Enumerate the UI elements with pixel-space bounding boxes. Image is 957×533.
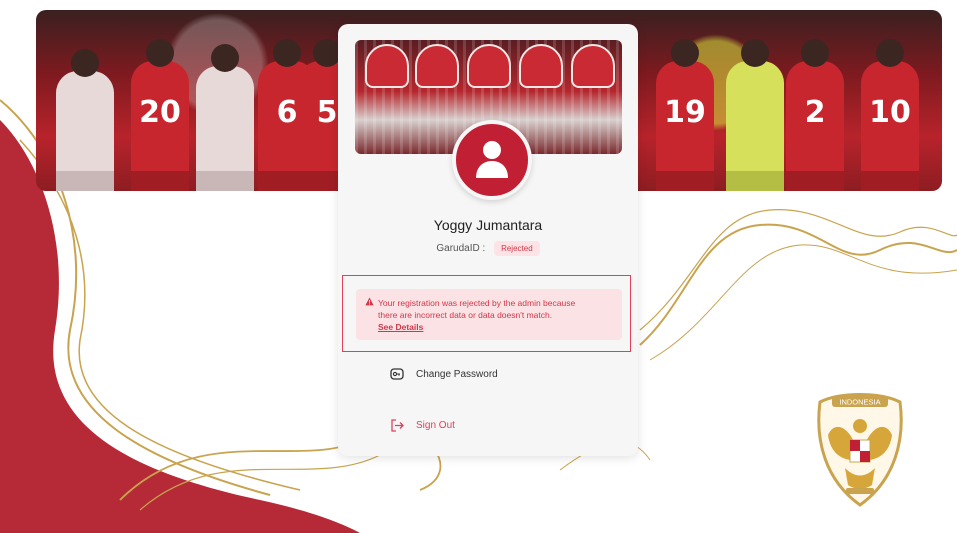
profile-name: Yoggy Jumantara [433,217,543,233]
player-figure [56,49,114,191]
alert-message-line1: Your registration was rejected by the ad… [378,298,576,308]
player-figure: 19 [656,39,714,191]
alert-message-line2: there are incorrect data or data doesn't… [378,310,553,320]
garuda-emblem-logo: INDONESIA [817,393,903,507]
profile-card: Yoggy Jumantara GarudaID : Rejected Chan… [338,24,638,456]
player-figure [726,39,784,191]
garuda-id-row: GarudaID : Rejected [338,241,638,256]
player-figure: 10 [861,39,919,191]
see-details-link[interactable]: See Details [378,321,612,333]
change-password-label: Change Password [416,368,498,380]
status-badge: Rejected [494,241,540,256]
user-icon [476,141,508,178]
player-figure: 20 [131,39,189,191]
logout-icon [391,419,404,432]
warning-icon [365,297,374,306]
garuda-id-label: GarudaID : [436,243,486,254]
rejection-alert-highlight: Your registration was rejected by the ad… [342,275,631,352]
change-password-button[interactable]: Change Password [390,368,498,380]
sign-out-label: Sign Out [416,420,455,431]
player-figure: 2 [786,39,844,191]
sign-out-button[interactable]: Sign Out [390,419,455,432]
rejection-alert: Your registration was rejected by the ad… [356,289,622,340]
player-figure [196,44,254,191]
key-icon [390,368,404,380]
svg-text:INDONESIA: INDONESIA [839,398,880,407]
avatar [452,120,532,200]
